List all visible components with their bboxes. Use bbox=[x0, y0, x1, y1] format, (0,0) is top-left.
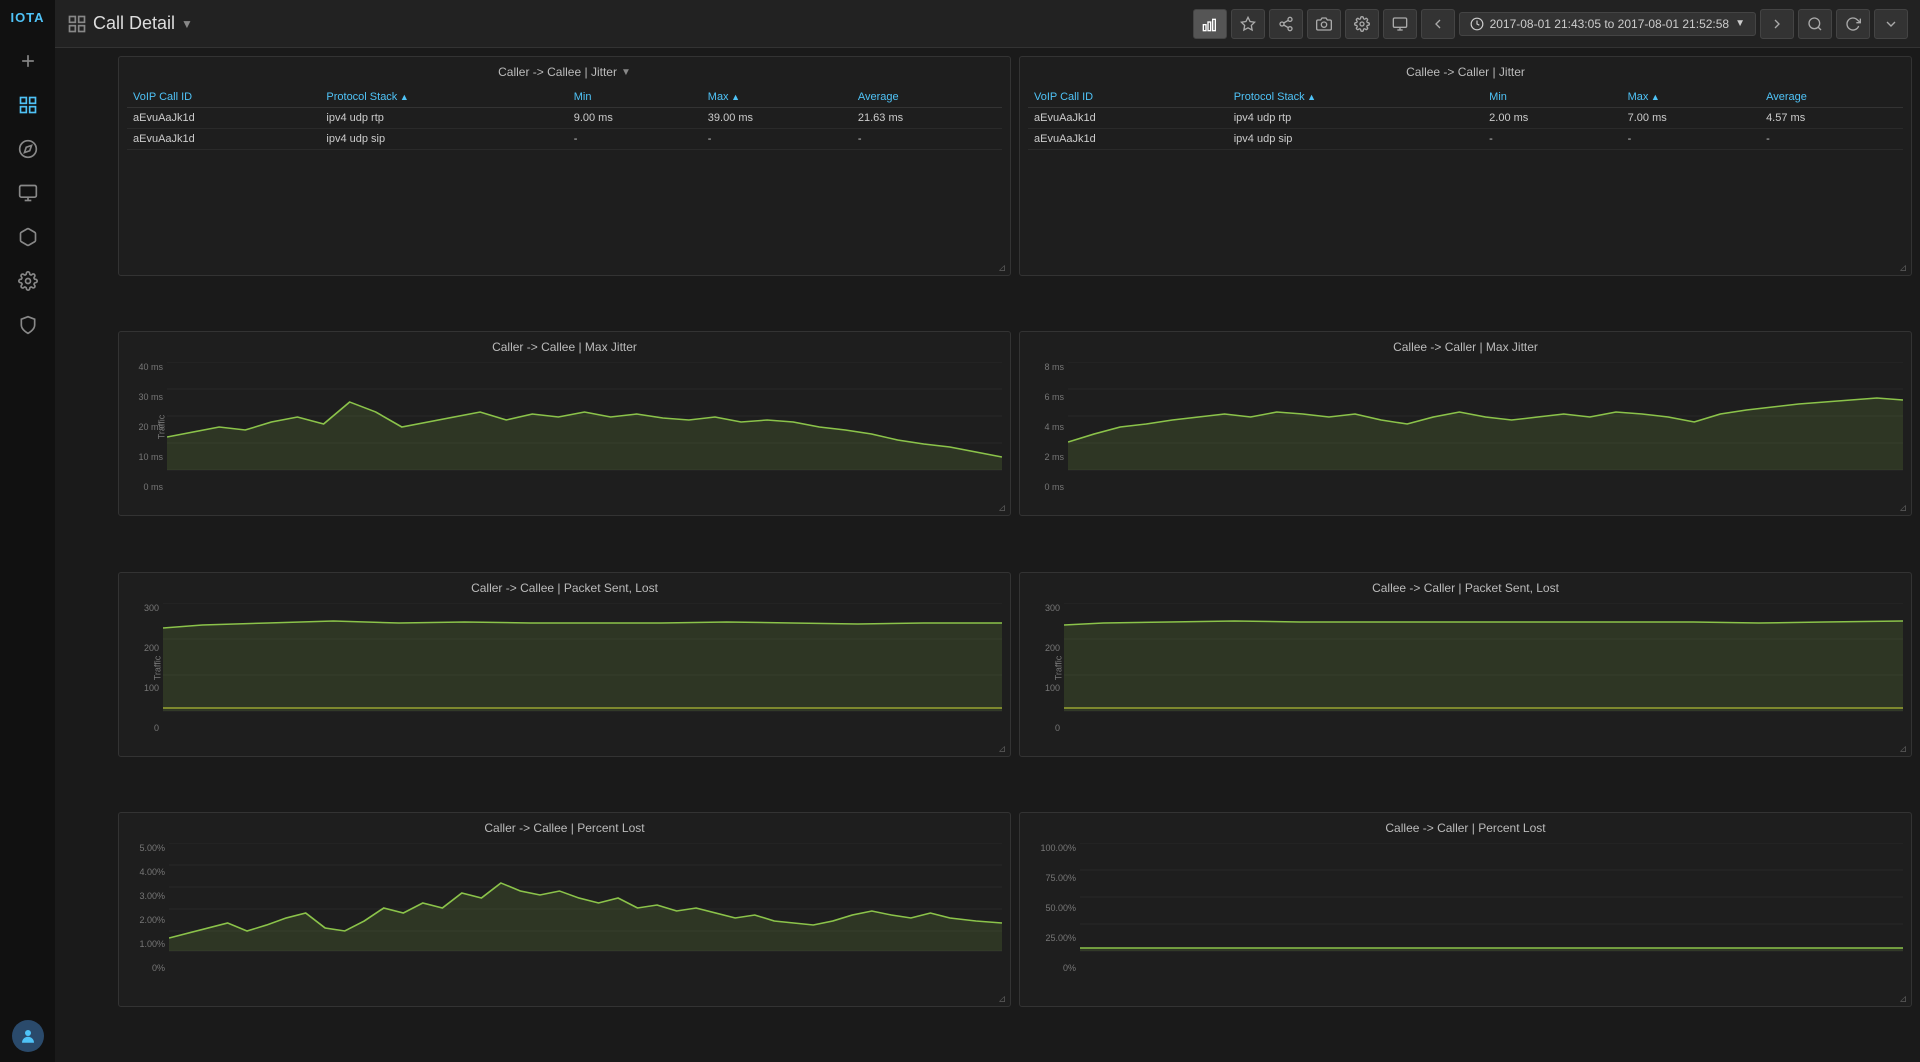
y-label: Traffic bbox=[156, 415, 166, 440]
table-row: aEvuAaJk1d ipv4 udp rtp 9.00 ms 39.00 ms… bbox=[127, 108, 1002, 129]
bar-chart-button[interactable] bbox=[1193, 9, 1227, 39]
callee-jitter-table-title: Callee -> Caller | Jitter bbox=[1028, 65, 1903, 79]
callee-packet-title: Callee -> Caller | Packet Sent, Lost bbox=[1028, 581, 1903, 595]
col-voip-id: VoIP Call ID bbox=[1028, 87, 1228, 108]
callee-percent-chart: 21:44 21:45 21:46 21:47 21:48 21:49 21:5… bbox=[1080, 843, 1903, 953]
caller-percent-panel: Caller -> Callee | Percent Lost 5.00%4.0… bbox=[118, 812, 1011, 1007]
caller-max-jitter-panel: Caller -> Callee | Max Jitter 40 ms30 ms… bbox=[118, 331, 1011, 516]
title-dropdown-icon[interactable]: ▼ bbox=[621, 67, 631, 78]
next-button[interactable] bbox=[1760, 9, 1794, 39]
main-content: Caller -> Callee | Jitter ▼ VoIP Call ID… bbox=[110, 48, 1920, 1062]
y-axis: 100.00%75.00%50.00%25.00%0% bbox=[1028, 843, 1080, 973]
monitor-button[interactable] bbox=[1383, 9, 1417, 39]
settings-button[interactable] bbox=[1345, 9, 1379, 39]
callee-percent-panel: Callee -> Caller | Percent Lost 100.00%7… bbox=[1019, 812, 1912, 1007]
refresh-button[interactable] bbox=[1836, 9, 1870, 39]
col-max[interactable]: Max bbox=[1622, 87, 1760, 108]
caller-jitter-table-title: Caller -> Callee | Jitter ▼ bbox=[127, 65, 1002, 79]
callee-percent-title: Callee -> Caller | Percent Lost bbox=[1028, 821, 1903, 835]
resize-handle[interactable]: ⊿ bbox=[1899, 744, 1909, 754]
time-dropdown-icon: ▼ bbox=[1735, 18, 1745, 29]
callee-packet-chart: 21:44 21:45 21:46 21:47 21:48 21:49 21:5… bbox=[1064, 603, 1903, 713]
caller-jitter-table-panel: Caller -> Callee | Jitter ▼ VoIP Call ID… bbox=[118, 56, 1011, 276]
caller-max-jitter-title: Caller -> Callee | Max Jitter bbox=[127, 340, 1002, 354]
resize-handle[interactable]: ⊿ bbox=[998, 744, 1008, 754]
callee-max-jitter-panel: Callee -> Caller | Max Jitter 8 ms6 ms4 … bbox=[1019, 331, 1912, 516]
y-axis: 8 ms6 ms4 ms2 ms0 ms bbox=[1028, 362, 1068, 492]
sidebar-item-user[interactable] bbox=[12, 1020, 44, 1052]
app-logo: IOTA bbox=[10, 10, 44, 25]
sidebar: IOTA bbox=[0, 0, 55, 1062]
topbar-actions: 2017-08-01 21:43:05 to 2017-08-01 21:52:… bbox=[1193, 9, 1908, 39]
caller-packet-title: Caller -> Callee | Packet Sent, Lost bbox=[127, 581, 1002, 595]
caller-percent-chart: 21:44 21:45 21:46 21:47 21:48 21:49 21:5… bbox=[169, 843, 1002, 953]
y-axis: 5.00%4.00%3.00%2.00%1.00%0% bbox=[127, 843, 169, 973]
col-protocol-stack[interactable]: Protocol Stack bbox=[320, 87, 567, 108]
sidebar-item-add[interactable] bbox=[10, 43, 46, 79]
callee-packet-panel: Callee -> Caller | Packet Sent, Lost 300… bbox=[1019, 572, 1912, 757]
search-button[interactable] bbox=[1798, 9, 1832, 39]
sidebar-item-explore[interactable] bbox=[10, 131, 46, 167]
sidebar-item-panels[interactable] bbox=[10, 175, 46, 211]
camera-button[interactable] bbox=[1307, 9, 1341, 39]
time-range-display[interactable]: 2017-08-01 21:43:05 to 2017-08-01 21:52:… bbox=[1459, 12, 1756, 36]
callee-jitter-table: VoIP Call ID Protocol Stack Min Max Aver… bbox=[1028, 87, 1903, 150]
caller-packet-panel: Caller -> Callee | Packet Sent, Lost 300… bbox=[118, 572, 1011, 757]
callee-max-jitter-title: Callee -> Caller | Max Jitter bbox=[1028, 340, 1903, 354]
sidebar-item-security[interactable] bbox=[10, 307, 46, 343]
y-label: Traffic bbox=[152, 655, 162, 680]
callee-max-jitter-chart: 21:44 21:45 21:46 21:47 21:48 21:49 21:5… bbox=[1068, 362, 1903, 472]
resize-handle[interactable]: ⊿ bbox=[1899, 503, 1909, 513]
topbar: Call Detail ▼ 2017-08-01 21:43:05 to 201… bbox=[55, 0, 1920, 48]
callee-jitter-table-panel: Callee -> Caller | Jitter VoIP Call ID P… bbox=[1019, 56, 1912, 276]
col-min: Min bbox=[1483, 87, 1621, 108]
col-protocol-stack[interactable]: Protocol Stack bbox=[1228, 87, 1483, 108]
grid-icon bbox=[67, 14, 87, 34]
caller-percent-title: Caller -> Callee | Percent Lost bbox=[127, 821, 1002, 835]
col-max[interactable]: Max bbox=[702, 87, 852, 108]
y-label: Traffic bbox=[1053, 655, 1063, 680]
table-row: aEvuAaJk1d ipv4 udp sip - - - bbox=[1028, 129, 1903, 150]
sidebar-item-settings[interactable] bbox=[10, 263, 46, 299]
caller-jitter-table: VoIP Call ID Protocol Stack Min Max Aver… bbox=[127, 87, 1002, 150]
resize-handle[interactable]: ⊿ bbox=[1899, 263, 1909, 273]
table-row: aEvuAaJk1d ipv4 udp rtp 2.00 ms 7.00 ms … bbox=[1028, 108, 1903, 129]
resize-handle[interactable]: ⊿ bbox=[1899, 994, 1909, 1004]
resize-handle[interactable]: ⊿ bbox=[998, 994, 1008, 1004]
caller-max-jitter-chart: 21:44 21:45 21:46 21:47 21:48 21:49 21:5… bbox=[167, 362, 1002, 472]
more-button[interactable] bbox=[1874, 9, 1908, 39]
table-row: aEvuAaJk1d ipv4 udp sip - - - bbox=[127, 129, 1002, 150]
col-min: Min bbox=[568, 87, 702, 108]
resize-handle[interactable]: ⊿ bbox=[998, 503, 1008, 513]
prev-button[interactable] bbox=[1421, 9, 1455, 39]
col-voip-id: VoIP Call ID bbox=[127, 87, 320, 108]
sidebar-item-dashboard[interactable] bbox=[10, 87, 46, 123]
clock-icon bbox=[1470, 17, 1484, 31]
star-button[interactable] bbox=[1231, 9, 1265, 39]
col-average: Average bbox=[1760, 87, 1903, 108]
page-title: Call Detail ▼ bbox=[67, 13, 1185, 34]
col-average: Average bbox=[852, 87, 1002, 108]
sidebar-item-box[interactable] bbox=[10, 219, 46, 255]
title-dropdown-icon[interactable]: ▼ bbox=[181, 17, 193, 31]
share-button[interactable] bbox=[1269, 9, 1303, 39]
caller-packet-chart: 21:44 21:45 21:46 21:47 21:48 21:49 21:5… bbox=[163, 603, 1002, 713]
resize-handle[interactable]: ⊿ bbox=[998, 263, 1008, 273]
